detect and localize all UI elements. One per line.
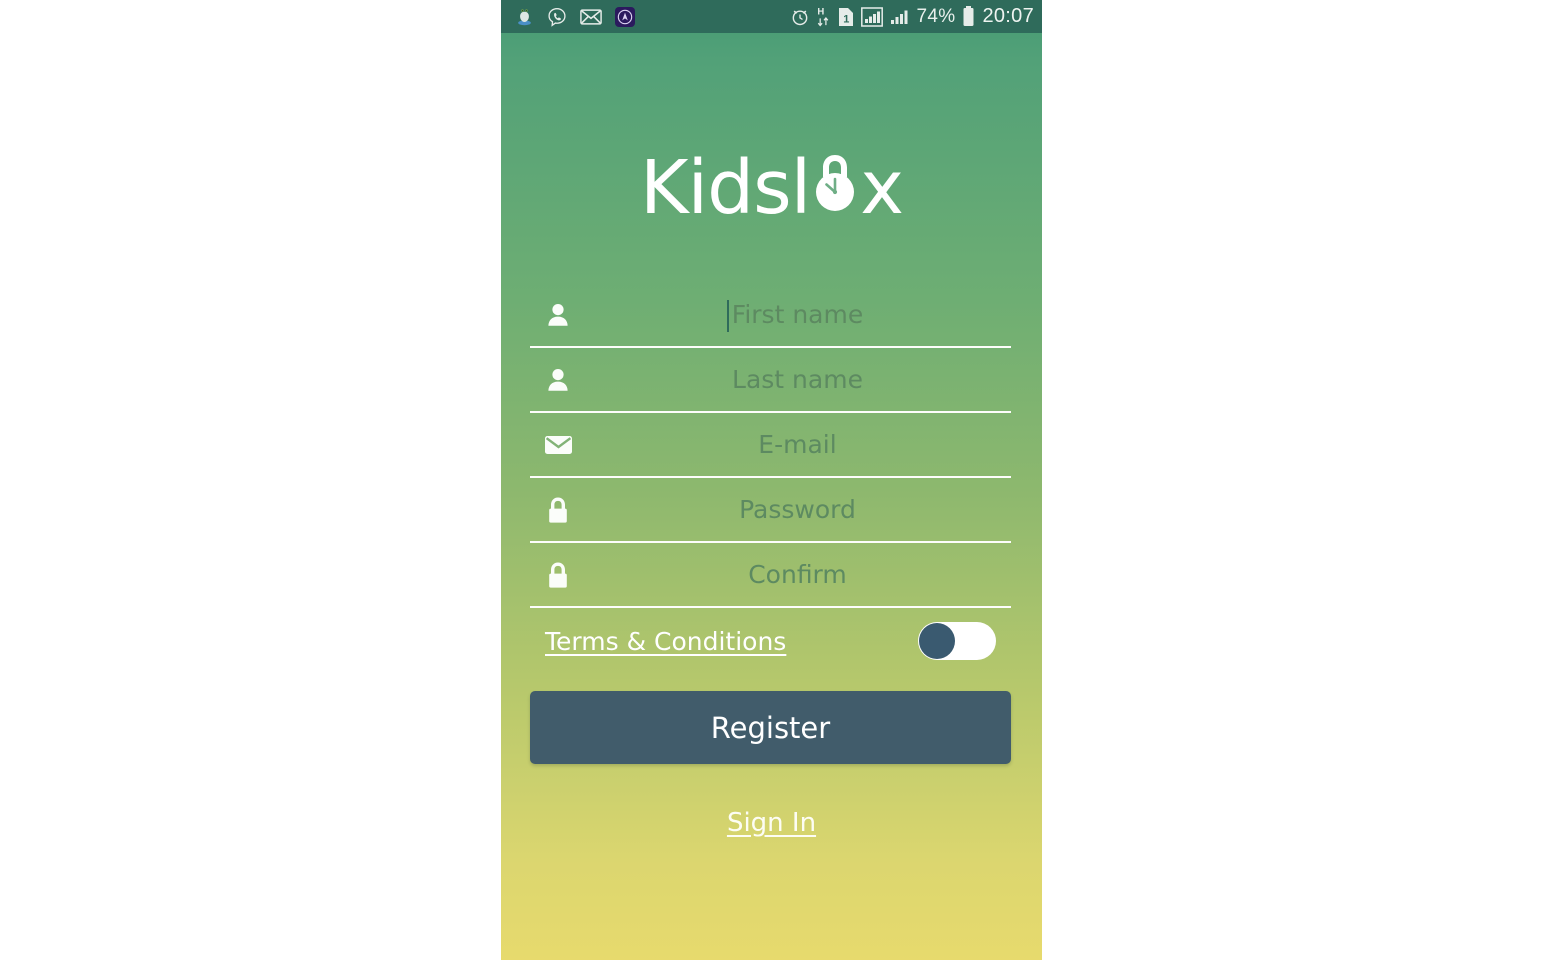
padlock-clock-icon	[809, 151, 861, 213]
sign-in-row: Sign In	[501, 808, 1042, 838]
field-first-name[interactable]	[530, 283, 1011, 348]
field-confirm-password[interactable]	[530, 543, 1011, 608]
signal-strength-sim1-icon	[860, 6, 883, 27]
battery-icon	[962, 6, 975, 27]
status-bar-clock: 20:07	[982, 5, 1034, 27]
first-name-input[interactable]	[590, 283, 1005, 346]
status-bar-system-icons: H 1 74% 20:07	[790, 5, 1035, 28]
app-notification-icon	[615, 6, 635, 27]
signal-strength-sim2-icon	[890, 7, 910, 27]
person-icon	[543, 365, 573, 395]
screenshot-root: H 1 74% 20:07 Kidsl x First name Last na…	[0, 0, 1541, 960]
envelope-icon	[543, 430, 573, 460]
confirm-password-input[interactable]	[590, 543, 1005, 606]
field-email[interactable]	[530, 413, 1011, 478]
register-form: Terms & Conditions	[530, 283, 1011, 674]
sign-in-link[interactable]: Sign In	[727, 808, 816, 838]
email-notification-icon	[580, 8, 602, 25]
sim-one-icon: 1	[838, 7, 854, 27]
logo-wordmark: Kidsl x	[640, 145, 904, 231]
last-name-input[interactable]	[590, 348, 1005, 411]
person-icon	[543, 300, 573, 330]
alarm-clock-icon	[790, 7, 810, 27]
terms-and-conditions-link[interactable]: Terms & Conditions	[545, 627, 786, 656]
battery-percent: 74%	[916, 5, 956, 27]
lock-icon	[543, 495, 573, 525]
toggle-knob	[919, 623, 955, 659]
logo-text-after: x	[860, 145, 904, 231]
phone-screen: H 1 74% 20:07 Kidsl x First name Last na…	[501, 0, 1042, 960]
hspa-data-icon: H	[817, 6, 831, 27]
email-input[interactable]	[590, 413, 1005, 476]
lock-icon	[543, 560, 573, 590]
bird-notification-icon	[515, 7, 534, 26]
field-last-name[interactable]	[530, 348, 1011, 413]
logo-text-before: Kidsl	[640, 145, 811, 231]
password-input[interactable]	[590, 478, 1005, 541]
svg-text:1: 1	[843, 13, 849, 25]
terms-accept-toggle[interactable]	[918, 622, 996, 660]
status-bar-notification-icons	[515, 6, 635, 27]
app-logo: Kidsl x	[501, 138, 1042, 238]
terms-and-conditions-row: Terms & Conditions	[530, 608, 1011, 674]
status-bar: H 1 74% 20:07	[501, 0, 1042, 33]
svg-text:H: H	[817, 7, 824, 18]
viber-icon	[547, 7, 567, 27]
field-password[interactable]	[530, 478, 1011, 543]
register-button[interactable]: Register	[530, 691, 1011, 764]
